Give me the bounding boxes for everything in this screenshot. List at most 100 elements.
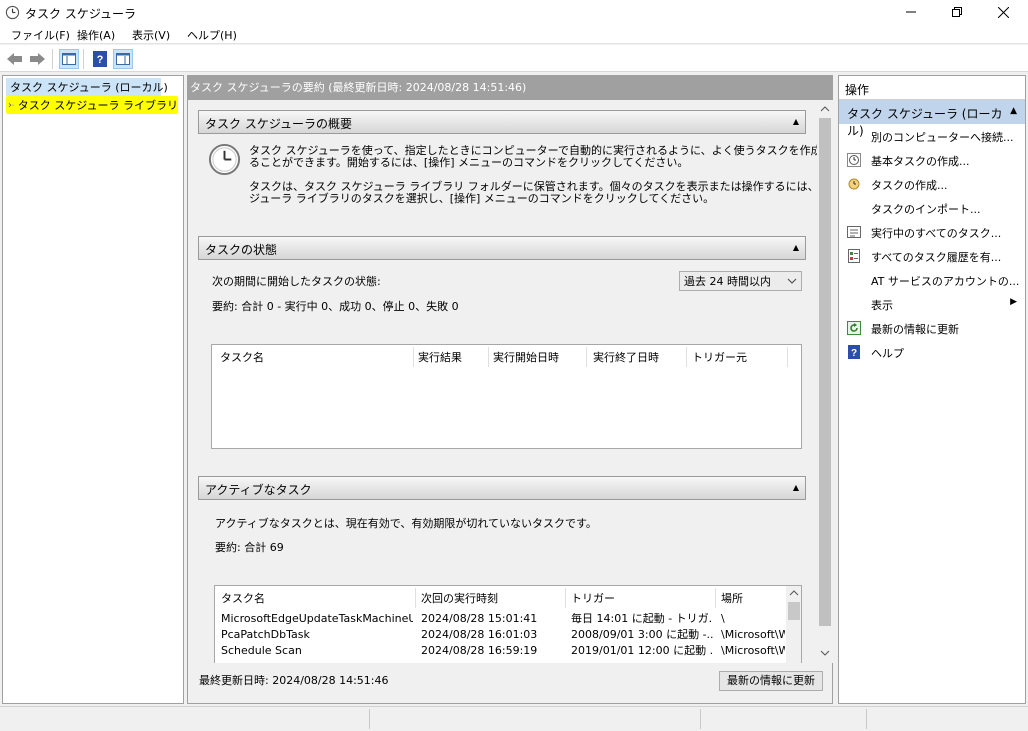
collapse-icon[interactable]: ▲ — [793, 243, 799, 252]
next-run-cell: 2024/08/28 15:01:41 — [421, 612, 538, 625]
summary-footer: 最終更新日時: 2024/08/28 14:51:46 最新の情報に更新 — [188, 663, 832, 703]
summary-scrollbar[interactable] — [817, 100, 833, 663]
task-status-section: タスクの状態 ▲ 次の期間に開始したタスクの状態: 過去 24 時間以内 要約:… — [198, 236, 806, 466]
restore-icon — [952, 7, 962, 17]
action-at-service-account[interactable]: AT サービスのアカウントの... — [839, 268, 1025, 292]
history-icon — [848, 249, 860, 263]
section-header[interactable]: タスク スケジューラの概要 ▲ — [198, 110, 806, 134]
column-divider — [488, 347, 489, 367]
column-header[interactable]: タスク名 — [220, 349, 264, 365]
column-divider — [413, 347, 414, 367]
refresh-button[interactable]: 最新の情報に更新 — [719, 671, 823, 691]
summary-body: タスク スケジューラの概要 ▲ タスク スケジューラを使って、指定したときにコン… — [188, 100, 832, 663]
action-create-basic-task[interactable]: 基本タスクの作成... — [839, 148, 1025, 172]
action-label: AT サービスのアカウントの... — [871, 275, 1020, 288]
scroll-thumb[interactable] — [788, 602, 800, 620]
column-header[interactable]: 次回の実行時刻 — [421, 590, 498, 606]
table-row[interactable]: Schedule Scan 2024/08/28 16:59:19 2019/0… — [215, 643, 785, 659]
section-header[interactable]: タスクの状態 ▲ — [198, 236, 806, 260]
actions-group-header[interactable]: タスク スケジューラ (ローカル) ▲ — [839, 100, 1025, 138]
toolbar-divider — [52, 49, 53, 69]
refresh-icon — [847, 321, 861, 335]
window-title: タスク スケジューラ — [25, 7, 136, 21]
section-title: タスク スケジューラの概要 — [205, 117, 352, 131]
scroll-thumb[interactable] — [819, 118, 831, 626]
menu-file[interactable]: ファイル(F) — [11, 27, 70, 43]
column-divider — [565, 588, 566, 608]
column-header[interactable]: 実行開始日時 — [493, 349, 559, 365]
back-arrow-icon — [7, 53, 22, 65]
column-divider — [686, 347, 687, 367]
table-row[interactable]: MicrosoftEdgeUpdateTaskMachineUA 2024/08… — [215, 611, 785, 627]
action-refresh[interactable]: 最新の情報に更新 — [839, 316, 1025, 340]
scroll-up-icon[interactable] — [789, 590, 799, 596]
actions-title: 操作 — [839, 76, 1025, 100]
back-button[interactable] — [5, 49, 25, 69]
table-scrollbar[interactable] — [786, 586, 801, 663]
location-cell: \ — [721, 613, 725, 625]
chevron-down-icon — [787, 278, 797, 284]
toolbar-divider — [83, 49, 84, 69]
action-view[interactable]: 表示 ▶ — [839, 292, 1025, 316]
basic-task-icon — [847, 153, 861, 167]
active-summary: 要約: 合計 69 — [215, 541, 284, 554]
menu-help[interactable]: ヘルプ(H) — [187, 27, 237, 43]
console-tree: タスク スケジューラ (ローカル) › タスク スケジューラ ライブラリ — [2, 75, 184, 704]
show-hide-action-pane-button[interactable] — [113, 49, 133, 69]
toolbar: ? — [0, 45, 1028, 72]
help-icon: ? — [848, 345, 860, 359]
scroll-down-icon[interactable] — [820, 650, 830, 656]
action-label: 実行中のすべてのタスク... — [871, 227, 1002, 240]
column-divider — [586, 347, 587, 367]
collapse-icon[interactable]: ▲ — [1010, 106, 1017, 116]
location-cell: \Microsoft\W — [721, 645, 785, 657]
column-header[interactable]: トリガー — [571, 590, 615, 606]
scroll-up-icon[interactable] — [820, 106, 830, 112]
help-button[interactable]: ? — [90, 49, 110, 69]
action-label: 基本タスクの作成... — [871, 155, 970, 168]
column-header[interactable]: 場所 — [721, 590, 743, 606]
svg-text:?: ? — [97, 54, 104, 66]
forward-button[interactable] — [27, 49, 47, 69]
menu-action[interactable]: 操作(A) — [77, 27, 115, 43]
collapse-icon[interactable]: ▲ — [793, 117, 799, 126]
action-import-task[interactable]: タスクのインポート... — [839, 196, 1025, 220]
status-table: タスク名 実行結果 実行開始日時 実行終了日時 トリガー元 — [211, 344, 802, 449]
column-header[interactable]: トリガー元 — [692, 349, 747, 365]
status-divider — [369, 709, 370, 729]
column-divider — [787, 347, 788, 367]
tree-item-library[interactable]: › タスク スケジューラ ライブラリ — [6, 96, 178, 114]
action-connect[interactable]: 別のコンピューターへ接続... — [839, 124, 1025, 148]
action-create-task[interactable]: タスクの作成... — [839, 172, 1025, 196]
overview-text-2b: ジューラ ライブラリのタスクを選択し、[操作] メニューのコマンドをクリックして… — [249, 192, 715, 205]
action-label: 最新の情報に更新 — [871, 323, 959, 336]
action-running-tasks[interactable]: 実行中のすべてのタスク... — [839, 220, 1025, 244]
console-tree-icon — [62, 53, 76, 65]
action-help[interactable]: ? ヘルプ — [839, 340, 1025, 364]
action-label: すべてのタスク履歴を有... — [871, 251, 1002, 264]
task-name-cell: PcaPatchDbTask — [221, 629, 310, 641]
menu-view[interactable]: 表示(V) — [132, 27, 170, 43]
status-summary: 要約: 合計 0 - 実行中 0、成功 0、停止 0、失敗 0 — [212, 300, 459, 313]
maximize-button[interactable] — [934, 0, 980, 24]
tree-item-local[interactable]: タスク スケジューラ (ローカル) — [6, 78, 168, 96]
table-row[interactable]: PcaPatchDbTask 2024/08/28 16:01:03 2008/… — [215, 627, 785, 643]
collapse-icon[interactable]: ▲ — [793, 483, 799, 492]
column-header[interactable]: 実行結果 — [418, 349, 462, 365]
active-description: アクティブなタスクとは、現在有効で、有効期限が切れていないタスクです。 — [215, 517, 597, 530]
last-updated-text: 最終更新日時: 2024/08/28 14:51:46 — [199, 674, 389, 687]
trigger-cell: 2008/09/01 3:00 に起動 -... — [571, 629, 713, 641]
action-label: ヘルプ — [871, 347, 904, 360]
minimize-button[interactable] — [888, 0, 934, 24]
action-pane-icon — [116, 53, 130, 65]
show-hide-console-tree-button[interactable] — [59, 49, 79, 69]
column-header[interactable]: 実行終了日時 — [593, 349, 659, 365]
running-tasks-icon — [847, 226, 861, 238]
section-header[interactable]: アクティブなタスク ▲ — [198, 476, 806, 500]
close-button[interactable] — [980, 0, 1026, 24]
period-dropdown[interactable]: 過去 24 時間以内 — [679, 271, 802, 291]
column-header[interactable]: タスク名 — [221, 590, 265, 606]
create-task-icon — [848, 178, 860, 190]
actions-pane: 操作 タスク スケジューラ (ローカル) ▲ 別のコンピューターへ接続... 基… — [838, 75, 1026, 704]
action-task-history[interactable]: すべてのタスク履歴を有... — [839, 244, 1025, 268]
